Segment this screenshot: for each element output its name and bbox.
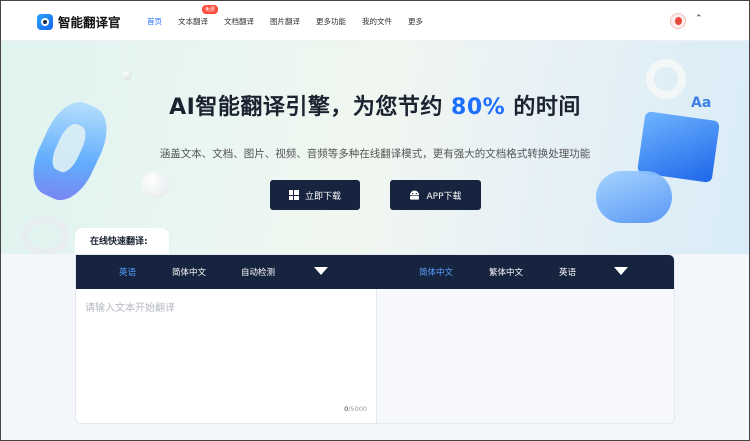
windows-icon [288,190,299,200]
hero-title-prefix: AI智能翻译引擎，为您节约 [169,95,443,120]
quick-translate-tab: 在线快速翻译: [75,228,169,256]
top-nav: 智能翻译官 首页 文本翻译 免费 文档翻译 图片翻译 更多功能 我的文件 更多 … [1,1,749,41]
language-bar: 英语 简体中文 自动检测 简体中文 繁体中文 英语 [76,255,674,289]
app-download-button[interactable]: APP下载 [390,180,481,210]
nav-item-my-files[interactable]: 我的文件 [362,16,392,27]
hero-subtitle: 涵盖文本、文档、图片、视频、音频等多种在线翻译模式，更有强大的文档格式转换处理功… [159,148,591,160]
bottom-left-decoration [21,216,69,254]
download-button[interactable]: 立即下载 [270,180,360,210]
nav-item-doc-translate[interactable]: 文档翻译 [224,16,254,27]
cloud-decoration [596,171,672,223]
nav-menu: 首页 文本翻译 免费 文档翻译 图片翻译 更多功能 我的文件 更多 [147,1,439,41]
app-name: 智能翻译官 [58,15,121,30]
nav-item-text-translate[interactable]: 文本翻译 免费 [178,4,219,27]
source-lang-auto-detect[interactable]: 自动检测 [241,266,275,278]
app-download-button-label: APP下载 [426,191,462,202]
target-lang-dropdown-icon[interactable] [614,267,628,275]
logo-icon [37,13,53,30]
download-button-label: 立即下载 [304,191,341,202]
free-badge: 免费 [202,4,219,14]
char-limit: /5000 [348,405,367,413]
source-lang-dropdown-icon[interactable] [314,267,328,275]
translation-output [376,289,674,423]
nav-item-image-translate[interactable]: 图片翻译 [270,16,300,27]
source-lang-english[interactable]: 英语 [119,266,136,278]
source-lang-simplified-chinese[interactable]: 简体中文 [172,266,206,278]
source-text-input[interactable]: 请输入文本开始翻译 0/5000 [76,289,376,423]
hero-banner: Aa AI智能翻译引擎，为您节约 80% 的时间 涵盖文本、文档、图片、视频、音… [1,41,749,254]
hero-title-suffix: 的时间 [513,95,581,120]
hero-title: AI智能翻译引擎，为您节约 80% 的时间 [1,89,749,121]
avatar[interactable] [670,13,686,29]
hero-title-highlight: 80% [451,95,506,120]
input-placeholder: 请输入文本开始翻译 [85,303,175,314]
target-lang-simplified-chinese[interactable]: 简体中文 [419,266,453,278]
char-counter: 0/5000 [344,405,367,413]
logo[interactable]: 智能翻译官 [37,12,121,31]
small-sphere-decoration [122,70,132,80]
nav-item-more-features[interactable]: 更多功能 [316,16,346,27]
translator-panel: 英语 简体中文 自动检测 简体中文 繁体中文 英语 请输入文本开始翻译 0/50… [75,254,675,424]
nav-item-label: 文本翻译 [178,16,208,26]
sphere-decoration [141,171,169,199]
target-lang-english[interactable]: 英语 [559,266,576,278]
chevron-up-icon[interactable]: ⌃ [695,14,703,24]
target-lang-traditional-chinese[interactable]: 繁体中文 [489,266,523,278]
nav-item-home[interactable]: 首页 [147,16,162,27]
nav-item-more[interactable]: 更多 [408,16,423,27]
android-icon [410,190,420,200]
